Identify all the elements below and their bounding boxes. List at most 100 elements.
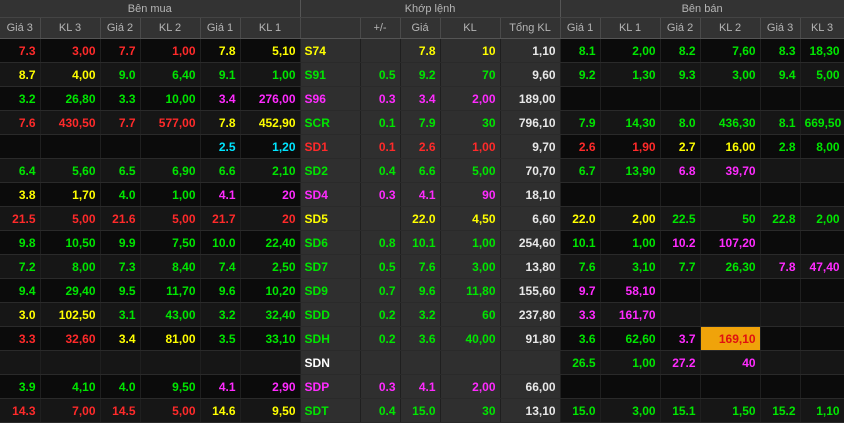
ask-price3-cell: 15.2 (760, 398, 801, 423)
col-ask-vol2[interactable]: KL 2 (700, 17, 761, 39)
ask-vol3-cell: 47,40 (800, 254, 844, 279)
col-bid-price3[interactable]: Giá 3 (0, 17, 41, 39)
table-row[interactable]: 8.7 4,00 9.0 6,40 9.1 1,00 S91 0.5 9.2 70 9,60 9.2 1… (0, 62, 844, 87)
table-row[interactable]: 7.6 430,50 7.7 577,00 7.8 452,90 SCR 0.1 7.9 30 79… (0, 110, 844, 135)
symbol-cell[interactable]: SD2 (300, 158, 361, 183)
symbol-cell[interactable]: SD7 (300, 254, 361, 279)
bid-price1-cell: 4.1 (200, 182, 241, 207)
group-bid: Bên mua (0, 0, 301, 18)
bid-price2-cell: 14.5 (100, 398, 141, 423)
col-ask-price3[interactable]: Giá 3 (760, 17, 801, 39)
bid-vol1-cell: 9,50 (240, 398, 301, 423)
ask-vol1-cell: 62,60 (600, 326, 661, 351)
table-row[interactable]: 21.5 5,00 21.6 5,00 21.7 20 SD5 22.0 4,50 6,60 22.… (0, 206, 844, 231)
col-bid-price2[interactable]: Giá 2 (100, 17, 141, 39)
table-row[interactable]: 6.4 5,60 6.5 6,90 6.6 2,10 SD2 0.4 6.6 5,00 70,70 6… (0, 158, 844, 183)
symbol-cell[interactable]: SD5 (300, 206, 361, 231)
bid-vol3-cell: 29,40 (40, 278, 101, 303)
bid-price1-cell (200, 350, 241, 375)
col-change[interactable]: +/- (360, 17, 401, 39)
table-row[interactable]: 3.9 4,10 4.0 9,50 4.1 2,90 SDP 0.3 4.1 2,00 66,00 (0, 374, 844, 399)
table-row[interactable]: SDN 26.5 1,00 27.2 40 (0, 350, 844, 375)
col-ask-price2[interactable]: Giá 2 (660, 17, 701, 39)
ask-price1-cell: 9.2 (560, 62, 601, 87)
symbol-cell[interactable]: SD9 (300, 278, 361, 303)
symbol-cell[interactable]: SD6 (300, 230, 361, 255)
bid-vol1-cell: 2,10 (240, 158, 301, 183)
col-ask-vol1[interactable]: KL 1 (600, 17, 661, 39)
symbol-cell[interactable]: S96 (300, 86, 361, 111)
symbol-cell[interactable]: SDP (300, 374, 361, 399)
match-vol-cell: 1,00 (440, 230, 501, 255)
ask-vol1-cell: 2,00 (600, 206, 661, 231)
bid-price1-cell: 3.4 (200, 86, 241, 111)
symbol-cell[interactable]: SD1 (300, 134, 361, 159)
table-row[interactable]: 3.3 32,60 3.4 81,00 3.5 33,10 SDH 0.2 3.6 40,00 91… (0, 326, 844, 351)
bid-price2-cell: 9.0 (100, 62, 141, 87)
column-header-row: Giá 3 KL 3 Giá 2 KL 2 Giá 1 KL 1 +/- Giá… (0, 17, 844, 39)
bid-vol2-cell: 1,00 (140, 182, 201, 207)
symbol-cell[interactable]: SDD (300, 302, 361, 327)
ask-price3-cell: 22.8 (760, 206, 801, 231)
bid-price2-cell: 4.0 (100, 182, 141, 207)
table-row[interactable]: 3.8 1,70 4.0 1,00 4.1 20 SD4 0.3 4.1 90 18,10 (0, 182, 844, 207)
col-symbol[interactable] (300, 17, 361, 39)
ask-vol2-cell: 169,10 (700, 326, 761, 351)
col-bid-vol2[interactable]: KL 2 (140, 17, 201, 39)
ask-vol3-cell: 18,30 (800, 38, 844, 63)
ask-price1-cell: 7.6 (560, 254, 601, 279)
col-total-vol[interactable]: Tổng KL (500, 17, 561, 39)
table-row[interactable]: 3.0 102,50 3.1 43,00 3.2 32,40 SDD 0.2 3.2 60 237,… (0, 302, 844, 327)
col-bid-price1[interactable]: Giá 1 (200, 17, 241, 39)
bid-price2-cell: 9.5 (100, 278, 141, 303)
bid-vol2-cell (140, 350, 201, 375)
bid-vol3-cell: 4,10 (40, 374, 101, 399)
table-row[interactable]: 2.5 1,20 SD1 0.1 2.6 1,00 9,70 2.6 1,90 2.7 16,00 2… (0, 134, 844, 159)
ask-price3-cell (760, 86, 801, 111)
bid-vol1-cell: 10,20 (240, 278, 301, 303)
col-ask-price1[interactable]: Giá 1 (560, 17, 601, 39)
symbol-cell[interactable]: SCR (300, 110, 361, 135)
ask-vol2-cell: 7,60 (700, 38, 761, 63)
bid-price2-cell: 9.9 (100, 230, 141, 255)
bid-vol3-cell: 430,50 (40, 110, 101, 135)
symbol-cell[interactable]: SDN (300, 350, 361, 375)
bid-price2-cell (100, 134, 141, 159)
ask-vol2-cell: 16,00 (700, 134, 761, 159)
table-row[interactable]: 9.8 10,50 9.9 7,50 10.0 22,40 SD6 0.8 10.1 1,00 25… (0, 230, 844, 255)
col-bid-vol3[interactable]: KL 3 (40, 17, 101, 39)
total-vol-cell: 254,60 (500, 230, 561, 255)
bid-price3-cell: 7.2 (0, 254, 41, 279)
ask-price1-cell: 2.6 (560, 134, 601, 159)
change-cell: 0.4 (360, 158, 401, 183)
ask-vol2-cell: 26,30 (700, 254, 761, 279)
table-row[interactable]: 3.2 26,80 3.3 10,00 3.4 276,00 S96 0.3 3.4 2,00 18… (0, 86, 844, 111)
bid-price1-cell: 2.5 (200, 134, 241, 159)
col-match-price[interactable]: Giá (400, 17, 441, 39)
symbol-cell[interactable]: SDH (300, 326, 361, 351)
match-price-cell: 22.0 (400, 206, 441, 231)
bid-price2-cell: 7.7 (100, 110, 141, 135)
bid-vol2-cell: 11,70 (140, 278, 201, 303)
bid-vol2-cell: 10,00 (140, 86, 201, 111)
symbol-cell[interactable]: SDT (300, 398, 361, 423)
ask-vol2-cell: 436,30 (700, 110, 761, 135)
bid-vol1-cell: 2,90 (240, 374, 301, 399)
change-cell: 0.4 (360, 398, 401, 423)
symbol-cell[interactable]: S91 (300, 62, 361, 87)
col-match-vol[interactable]: KL (440, 17, 501, 39)
bid-price1-cell: 7.8 (200, 38, 241, 63)
symbol-cell[interactable]: SD4 (300, 182, 361, 207)
ask-vol2-cell: 39,70 (700, 158, 761, 183)
table-row[interactable]: 7.3 3,00 7.7 1,00 7.8 5,10 S74 7.8 10 1,10 8.1 2,00… (0, 38, 844, 63)
change-cell: 0.1 (360, 134, 401, 159)
table-row[interactable]: 9.4 29,40 9.5 11,70 9.6 10,20 SD9 0.7 9.6 11,80 15… (0, 278, 844, 303)
match-price-cell: 10.1 (400, 230, 441, 255)
symbol-cell[interactable]: S74 (300, 38, 361, 63)
bid-vol2-cell: 8,40 (140, 254, 201, 279)
col-bid-vol1[interactable]: KL 1 (240, 17, 301, 39)
table-row[interactable]: 7.2 8,00 7.3 8,40 7.4 2,50 SD7 0.5 7.6 3,00 13,80 7… (0, 254, 844, 279)
col-ask-vol3[interactable]: KL 3 (800, 17, 844, 39)
ask-price1-cell: 3.3 (560, 302, 601, 327)
table-row[interactable]: 14.3 7,00 14.5 5,00 14.6 9,50 SDT 0.4 15.0 30 13,1… (0, 398, 844, 423)
